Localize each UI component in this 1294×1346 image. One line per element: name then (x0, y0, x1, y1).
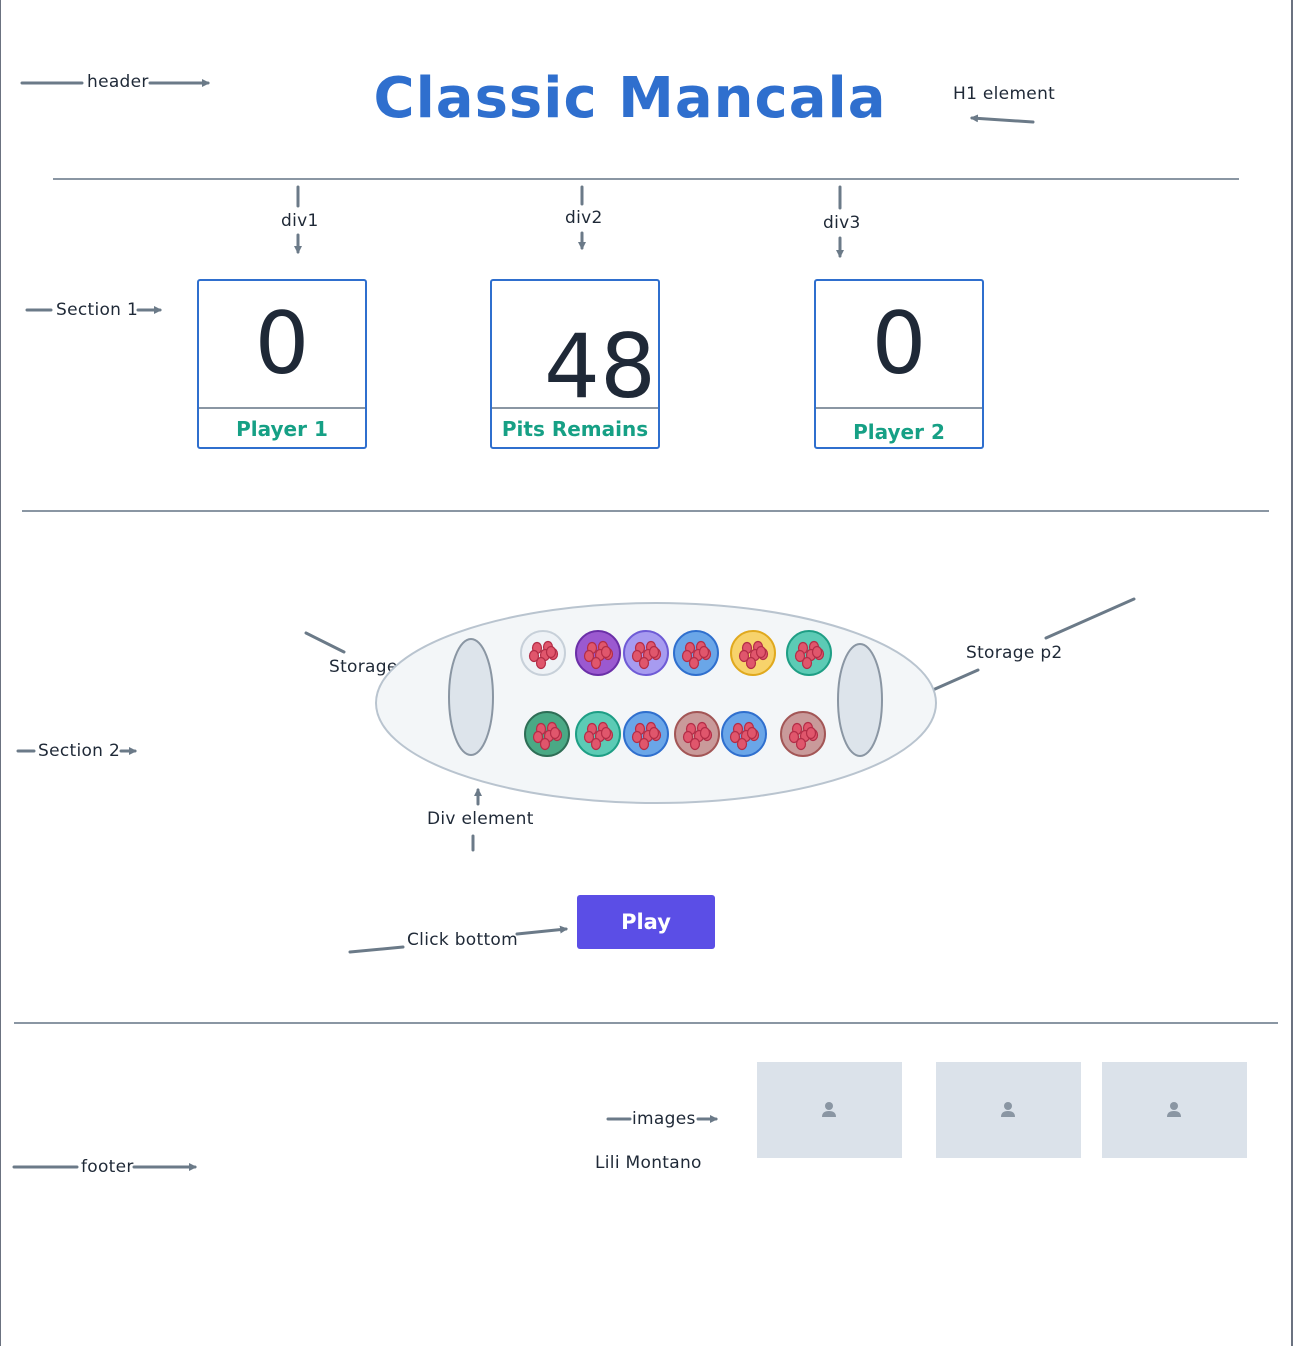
seed (801, 656, 813, 670)
seed (590, 737, 602, 751)
seed (746, 726, 758, 740)
author-name: Lili Montano (595, 1153, 702, 1173)
seed (688, 656, 700, 670)
storage-p1[interactable] (448, 638, 494, 756)
seed (698, 645, 710, 659)
seed (736, 737, 748, 751)
seed (638, 656, 650, 670)
seed (590, 656, 602, 670)
pit-bottom-1[interactable] (524, 711, 570, 757)
pit-bottom-2[interactable] (575, 711, 621, 757)
pit-bottom-5[interactable] (721, 711, 767, 757)
seed (535, 656, 547, 670)
seed (648, 726, 660, 740)
pit-top-5[interactable] (730, 630, 776, 676)
pit-bottom-3[interactable] (623, 711, 669, 757)
pit-top-2[interactable] (575, 630, 621, 676)
mancala-board (375, 602, 937, 804)
footer-label: footer (81, 1157, 134, 1177)
footer-image-3 (1102, 1062, 1247, 1158)
storage-p2[interactable] (837, 643, 883, 757)
seed (745, 656, 757, 670)
seed (638, 737, 650, 751)
seed (755, 645, 767, 659)
seed (600, 645, 612, 659)
seed (805, 726, 817, 740)
pit-top-3[interactable] (623, 630, 669, 676)
user-icon (1001, 1102, 1015, 1117)
seed (795, 737, 807, 751)
seed (689, 737, 701, 751)
images-annotation: images (632, 1109, 696, 1129)
footer-image-2 (936, 1062, 1081, 1158)
seed (545, 645, 557, 659)
footer-image-1 (757, 1062, 902, 1158)
user-icon (822, 1102, 836, 1117)
pit-top-6[interactable] (786, 630, 832, 676)
pit-top-1[interactable] (520, 630, 566, 676)
user-icon (1167, 1102, 1181, 1117)
pit-bottom-4[interactable] (674, 711, 720, 757)
play-button[interactable]: Play (577, 895, 715, 949)
seed (699, 726, 711, 740)
seed (811, 645, 823, 659)
pit-top-4[interactable] (673, 630, 719, 676)
seed (539, 737, 551, 751)
pit-bottom-6[interactable] (780, 711, 826, 757)
seed (600, 726, 612, 740)
seed (549, 726, 561, 740)
seed (648, 645, 660, 659)
